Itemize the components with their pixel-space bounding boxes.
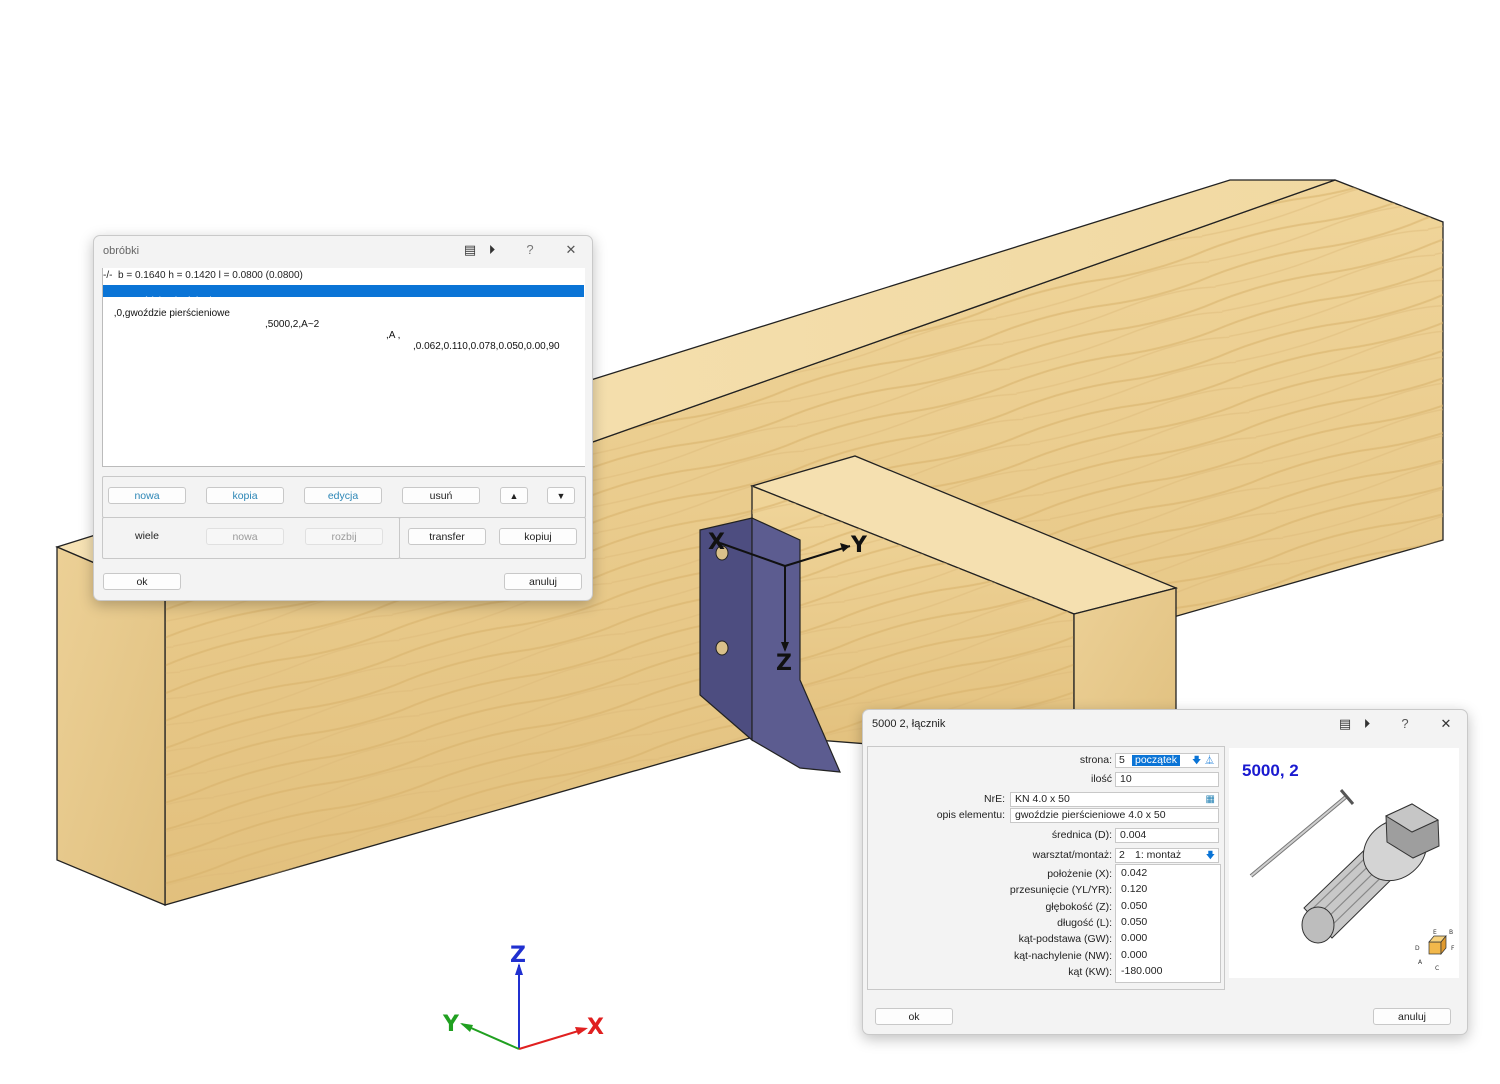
side-select[interactable]: 5 początek 🡇 ⏅ bbox=[1115, 753, 1219, 768]
connector-dialog-title: 5000 2, łącznik bbox=[872, 718, 946, 730]
split-button[interactable]: rozbij bbox=[305, 528, 383, 545]
move-down-button[interactable]: ▼ bbox=[547, 487, 575, 504]
catalog-icon[interactable]: ▦ bbox=[1206, 793, 1215, 806]
element-description-input[interactable]: gwoździe pierścieniowe 4.0 x 50 bbox=[1010, 808, 1219, 823]
element-number-input[interactable]: KN 4.0 x 50 ▦ bbox=[1010, 792, 1219, 807]
row-values: ,0.042,0.120,0.050,0.050,0.00,0. bbox=[413, 329, 558, 340]
offset-label: przesunięcie (YL/YR): bbox=[1009, 884, 1112, 896]
multi-label: wiele bbox=[135, 530, 159, 542]
base-angle-label: kąt-podstawa (GW): bbox=[1018, 933, 1112, 945]
ok-button[interactable]: ok bbox=[875, 1008, 953, 1025]
close-icon[interactable]: ✕ bbox=[1438, 716, 1454, 732]
quantity-input[interactable]: 10 bbox=[1115, 772, 1219, 787]
row-name: ,0,gwoździe pierścieniowe bbox=[111, 308, 230, 319]
pick-icon[interactable]: ⏅ bbox=[1205, 754, 1214, 767]
element-description-label: opis elementu: bbox=[936, 809, 1005, 821]
parameters-panel: strona: 5 początek 🡇 ⏅ ilość 10 NrE: KN … bbox=[867, 746, 1225, 990]
element-number-label: NrE: bbox=[984, 793, 1005, 805]
close-icon[interactable]: ✕ bbox=[563, 242, 579, 258]
cube-label-f: F bbox=[1451, 945, 1455, 952]
copy-to-button[interactable]: kopiuj bbox=[499, 528, 577, 545]
copy-button[interactable]: kopia bbox=[206, 487, 284, 504]
delete-button[interactable]: usuń bbox=[402, 487, 480, 504]
cube-label-c: C bbox=[1435, 965, 1439, 972]
fastener-illustration: E B D F A C bbox=[1249, 789, 1455, 972]
global-axis-z-label: Z bbox=[510, 943, 526, 968]
operations-list[interactable]: -/- b = 0.1640 h = 0.1420 l = 0.0800 (0.… bbox=[102, 268, 585, 467]
table-row[interactable]: ,0,gwoździe pierścieniowe ,5000,2,A~2 ,A… bbox=[103, 297, 584, 352]
tilt-angle-label: kąt-nachylenie (NW): bbox=[1013, 950, 1112, 962]
global-axes-triad: Z X Y bbox=[442, 943, 604, 1050]
offset-input[interactable]: 0.120 bbox=[1117, 883, 1217, 898]
hanger-axis-y-label: Y bbox=[850, 533, 868, 558]
help-button[interactable]: ? bbox=[1397, 716, 1413, 732]
side-label: strona: bbox=[1079, 754, 1112, 766]
base-angle-input[interactable]: 0.000 bbox=[1117, 932, 1217, 947]
side-number: 5 bbox=[1119, 754, 1125, 766]
dimensions-header: -/- b = 0.1640 h = 0.1420 l = 0.0800 (0.… bbox=[103, 270, 303, 281]
angle-label: kąt (KW): bbox=[1068, 966, 1112, 978]
multi-new-button[interactable]: nowa bbox=[206, 528, 284, 545]
diameter-label: średnica (D): bbox=[1051, 829, 1112, 841]
cube-label-a: A bbox=[1418, 959, 1423, 966]
cancel-button[interactable]: anuluj bbox=[504, 573, 582, 590]
obrobki-dialog-title: obróbki bbox=[103, 245, 140, 257]
report-icon[interactable]: ▤ bbox=[1337, 716, 1353, 732]
length-input[interactable]: 0.050 bbox=[1117, 916, 1217, 931]
hanger-axis-z-label: Z bbox=[776, 651, 792, 676]
workshop-value: 1: montaż bbox=[1135, 849, 1182, 861]
side-value: początek bbox=[1132, 755, 1181, 766]
element-number-value: KN 4.0 x 50 bbox=[1015, 793, 1070, 805]
button-group-top: nowa kopia edycja usuń ▲ ▼ bbox=[102, 476, 586, 518]
cube-label-d: D bbox=[1415, 945, 1420, 952]
connector-dialog: 5000 2, łącznik ▤ ⏵ ? ✕ strona: 5 począt… bbox=[862, 709, 1468, 1035]
cancel-button[interactable]: anuluj bbox=[1373, 1008, 1451, 1025]
chevron-down-icon[interactable]: 🡇 bbox=[1192, 754, 1201, 767]
position-label: położenie (X): bbox=[1047, 868, 1112, 880]
row-type: ,A , bbox=[386, 318, 401, 329]
depth-label: głębokość (Z): bbox=[1045, 901, 1112, 913]
workshop-number: 2 bbox=[1119, 849, 1125, 861]
depth-input[interactable]: 0.050 bbox=[1117, 900, 1217, 915]
edit-button[interactable]: edycja bbox=[304, 487, 382, 504]
obrobki-dialog: obróbki ▤ ⏵ ? ✕ -/- b = 0.1640 h = 0.142… bbox=[93, 235, 593, 601]
ok-button[interactable]: ok bbox=[103, 573, 181, 590]
length-label: długość (L): bbox=[1057, 917, 1112, 929]
chevron-down-icon[interactable]: 🡇 bbox=[1206, 849, 1215, 862]
row-code: ,5000,2,A~2 bbox=[265, 319, 320, 330]
new-button[interactable]: nowa bbox=[108, 487, 186, 504]
angle-input[interactable]: -180.000 bbox=[1117, 965, 1217, 980]
row-values: ,0.062,0.110,0.078,0.050,0.00,90 bbox=[413, 341, 560, 352]
quantity-label: ilość bbox=[1090, 773, 1112, 785]
hanger-axis-x-label: X bbox=[708, 530, 725, 555]
preview-panel: 5000, 2 E B D F A C bbox=[1229, 748, 1459, 978]
tilt-angle-input[interactable]: 0.000 bbox=[1117, 949, 1217, 964]
global-axis-x-label: X bbox=[587, 1015, 604, 1040]
workshop-label: warsztat/montaż: bbox=[1032, 849, 1112, 861]
move-up-button[interactable]: ▲ bbox=[500, 487, 528, 504]
button-group-bottom-right: transfer kopiuj bbox=[399, 517, 586, 559]
play-icon[interactable]: ⏵ bbox=[484, 242, 500, 258]
position-input[interactable]: 0.042 bbox=[1117, 867, 1217, 882]
play-icon[interactable]: ⏵ bbox=[1359, 716, 1375, 732]
button-group-bottom-left: wiele nowa rozbij bbox=[102, 517, 400, 559]
cube-label-e: E bbox=[1433, 929, 1437, 936]
workshop-select[interactable]: 2 1: montaż 🡇 bbox=[1115, 848, 1219, 863]
help-button[interactable]: ? bbox=[522, 242, 538, 258]
global-axis-y-label: Y bbox=[442, 1012, 460, 1037]
row-type: ,A , bbox=[386, 330, 401, 341]
bolt-shape bbox=[1301, 803, 1440, 944]
diameter-input[interactable]: 0.004 bbox=[1115, 828, 1219, 843]
cube-label-b: B bbox=[1449, 929, 1453, 936]
orientation-cube: E B D F A C bbox=[1415, 929, 1455, 972]
report-icon[interactable]: ▤ bbox=[462, 242, 478, 258]
table-row[interactable]: ,0,gwoździe pierścieniowe ,5000,2,A~1 ,A… bbox=[103, 285, 584, 340]
transfer-button[interactable]: transfer bbox=[408, 528, 486, 545]
